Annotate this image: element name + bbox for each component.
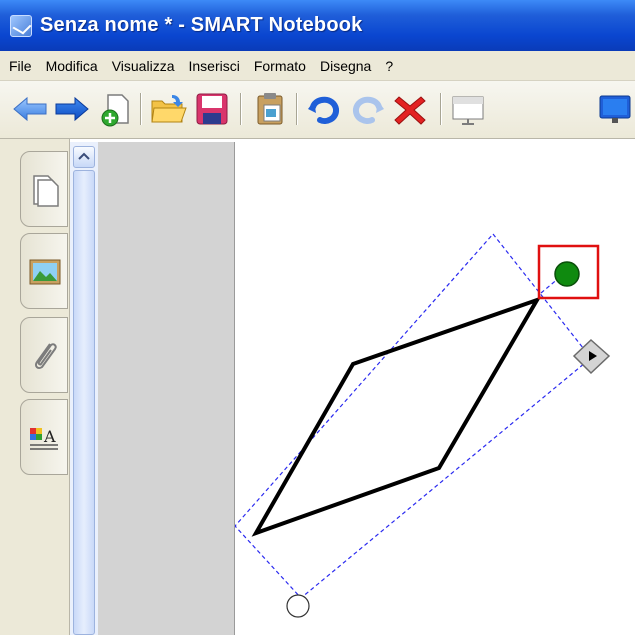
- tab-gallery[interactable]: [20, 233, 68, 309]
- attachments-icon: [34, 343, 57, 370]
- back-arrow-icon[interactable]: [10, 89, 50, 129]
- toolbar-separator: [296, 93, 298, 125]
- tab-attachments[interactable]: [20, 317, 68, 393]
- selection-box: [235, 233, 592, 599]
- menu-help[interactable]: ?: [378, 58, 400, 74]
- smart-notebook-app-icon[interactable]: [10, 14, 32, 37]
- parallelogram-shape[interactable]: [251, 296, 542, 537]
- chevron-up-icon: [78, 152, 90, 160]
- save-disk-icon[interactable]: [192, 89, 232, 129]
- paste-icon[interactable]: [250, 89, 290, 129]
- menu-inserisci[interactable]: Inserisci: [181, 58, 246, 74]
- screen-shade-icon[interactable]: [448, 89, 488, 129]
- gallery-icon: [29, 259, 61, 285]
- add-page-icon[interactable]: [94, 89, 134, 129]
- menu-handle-icon[interactable]: [572, 338, 611, 375]
- page-sorter-icon: [33, 175, 59, 207]
- delete-icon[interactable]: [390, 89, 430, 129]
- forward-arrow-icon[interactable]: [52, 89, 92, 129]
- page-sorter-scrollbar[interactable]: [70, 142, 98, 635]
- tab-page-sorter[interactable]: [20, 151, 68, 227]
- whiteboard-canvas[interactable]: [234, 142, 635, 635]
- page-sorter-area[interactable]: [98, 142, 234, 635]
- tab-properties[interactable]: A: [20, 399, 68, 475]
- menu-formato[interactable]: Formato: [247, 58, 313, 74]
- open-folder-icon[interactable]: [148, 89, 188, 129]
- window-title: Senza nome * - SMART Notebook: [40, 14, 363, 36]
- display-icon[interactable]: [596, 89, 635, 129]
- menu-bar: File Modifica Visualizza Inserisci Forma…: [0, 51, 635, 81]
- scroll-up-button[interactable]: [73, 146, 95, 168]
- toolbar-separator: [440, 93, 442, 125]
- toolbar-separator: [140, 93, 142, 125]
- svg-text:A: A: [43, 427, 56, 446]
- redo-icon[interactable]: [348, 89, 388, 129]
- menu-disegna[interactable]: Disegna: [313, 58, 378, 74]
- menu-modifica[interactable]: Modifica: [39, 58, 105, 74]
- toolbar-separator: [240, 93, 242, 125]
- resize-handle-icon[interactable]: [286, 594, 310, 618]
- toolbar: [0, 81, 635, 139]
- title-bar: Senza nome * - SMART Notebook: [0, 0, 635, 51]
- undo-icon[interactable]: [304, 89, 344, 129]
- rotate-handle-icon[interactable]: [554, 261, 580, 287]
- scroll-thumb[interactable]: [73, 170, 95, 635]
- menu-visualizza[interactable]: Visualizza: [105, 58, 182, 74]
- side-tabs-panel: A: [0, 139, 70, 635]
- menu-file[interactable]: File: [2, 58, 39, 74]
- properties-icon: A: [30, 427, 58, 450]
